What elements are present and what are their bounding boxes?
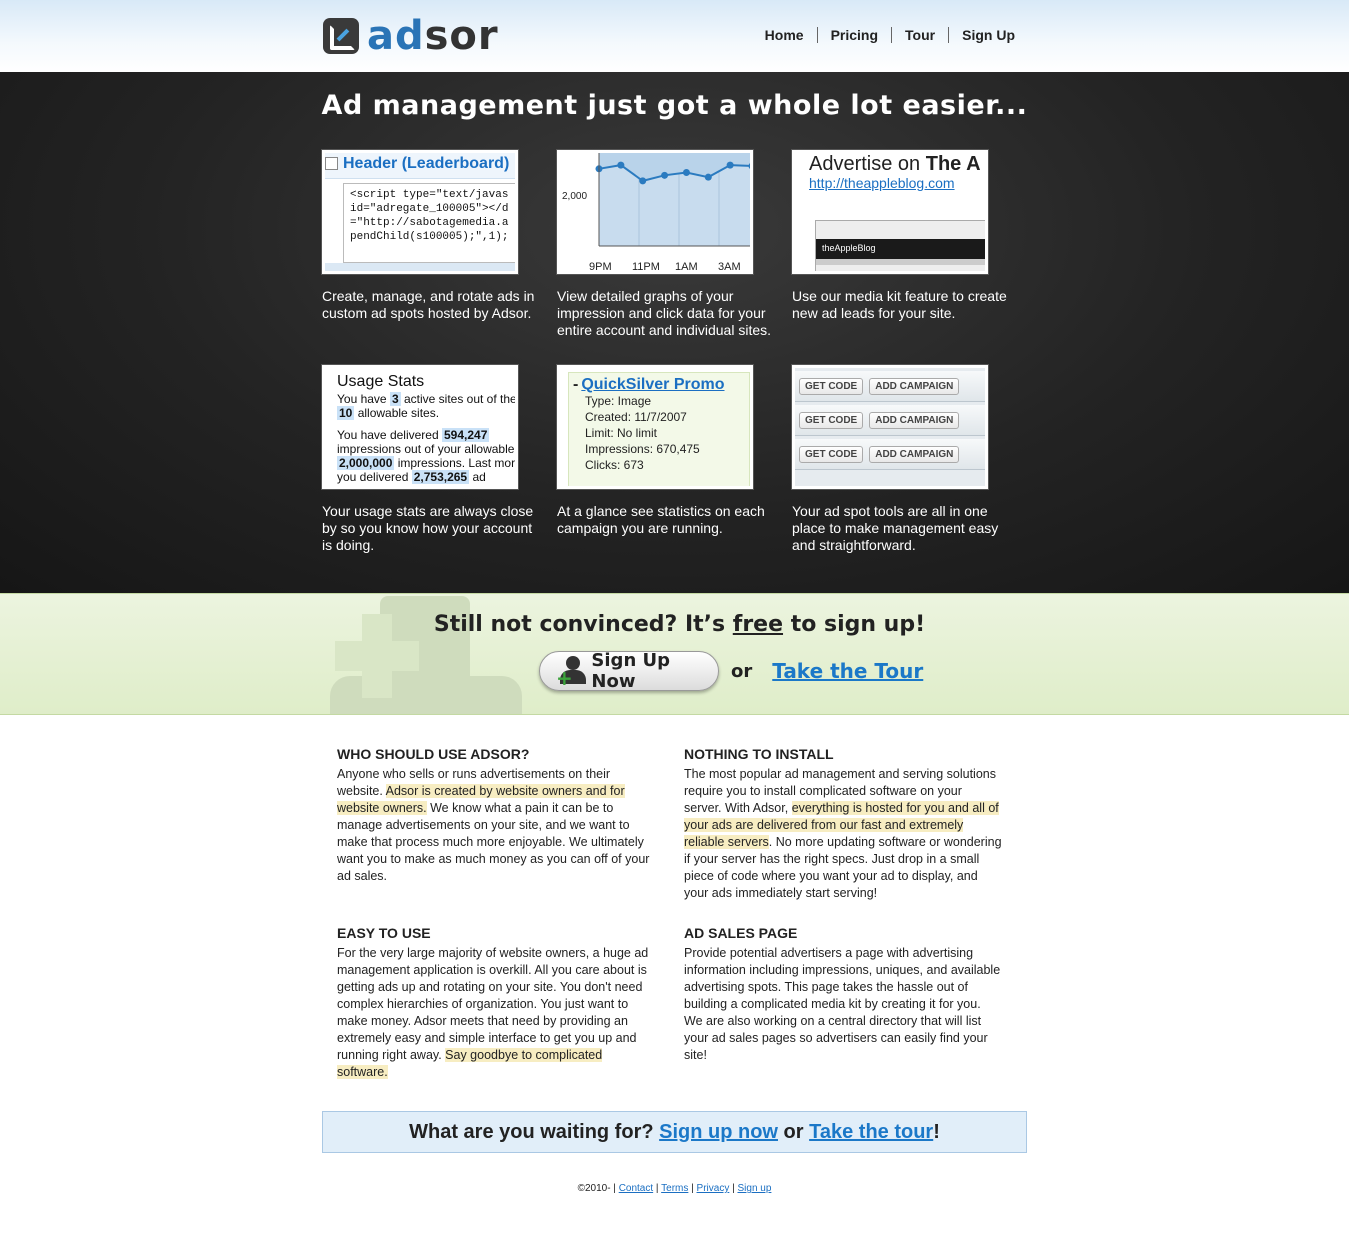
graph-screenshot: 2,000 9PM 11PM 1AM 3AM [557,150,753,274]
feature-usage-stats: Usage Stats You have 3 active sites out … [322,365,537,554]
graph-point [726,161,734,169]
impressions-graph: 2,000 9PM 11PM 1AM 3AM [560,153,750,273]
cta-heading: Still not convinced? It’s free to sign u… [433,612,926,637]
x-tick-label: 3AM [718,261,741,273]
ad-spot-title: Header (Leaderboard) [325,153,515,179]
add-campaign-button: ADD CAMPAIGN [869,377,960,395]
tools-row: GET CODE ADD CAMPAIGN [795,439,985,470]
graph-point [682,169,690,177]
footer-privacy-link[interactable]: Privacy [697,1183,730,1194]
block-heading: WHO SHOULD USE ADSOR? [337,746,530,762]
logo-mark-icon [323,18,359,54]
usage-stats-screenshot: Usage Stats You have 3 active sites out … [322,365,518,489]
nav-tour[interactable]: Tour [891,27,948,43]
graph-point [704,173,712,181]
nav-pricing[interactable]: Pricing [816,27,891,43]
footer-contact-link[interactable]: Contact [619,1183,653,1194]
feature-caption: At a glance see statistics on each campa… [557,503,765,536]
feature-caption: Your ad spot tools are all in one place … [792,503,999,553]
adsor-logo[interactable]: adsor [323,13,499,59]
x-tick-label: 11PM [632,261,660,273]
feature-ad-spots: Header (Leaderboard) <script type="text/… [322,150,537,322]
graph-point [617,161,625,169]
site-header: adsor Home Pricing Tour Sign Up [0,0,1349,72]
take-the-tour-link-bottom[interactable]: Take the tour [809,1121,933,1143]
footer-terms-link[interactable]: Terms [661,1183,688,1194]
block-text: Provide potential advertisers a page wit… [684,946,1001,1062]
feature-caption: Your usage stats are always close by so … [322,503,534,553]
nothing-to-install-block: NOTHING TO INSTALL The most popular ad m… [684,746,1002,902]
checkbox-icon [325,157,338,170]
logo-wordmark: adsor [367,13,499,59]
x-tick-label: 1AM [675,261,698,273]
block-heading: EASY TO USE [337,925,431,941]
site-preview-image: theAppleBlog [815,220,985,271]
nav-home[interactable]: Home [752,27,817,43]
sign-up-now-button[interactable]: + Sign Up Now [539,650,719,692]
campaign-card: QuickSilver Promo Type: Image Created: 1… [568,372,750,486]
campaign-screenshot: QuickSilver Promo Type: Image Created: 1… [557,365,753,489]
media-kit-heading: Advertise on The A [809,153,981,175]
take-the-tour-link[interactable]: Take the Tour [772,659,923,683]
block-text: For the very large majority of website o… [337,946,649,1079]
cta-actions: + Sign Up Now or Take the Tour [539,650,923,692]
site-preview-banner: theAppleBlog [816,239,985,259]
screenshot-footer [325,263,515,271]
ad-sales-page-block: AD SALES PAGE Provide potential advertis… [684,925,1002,1064]
easy-to-use-block: EASY TO USE For the very large majority … [337,925,655,1081]
cta-or-text: or [731,660,753,682]
feature-caption: View detailed graphs of your impression … [557,288,772,338]
get-code-button: GET CODE [799,411,864,429]
feature-caption: Use our media kit feature to create new … [792,288,1007,321]
site-preview-strip [816,259,985,265]
block-heading: NOTHING TO INSTALL [684,746,834,762]
tools-row: GET CODE ADD CAMPAIGN [795,405,985,436]
footer-signup-link[interactable]: Sign up [737,1183,771,1194]
get-code-button: GET CODE [799,445,864,463]
add-user-icon: + [556,656,587,688]
sign-up-now-label: Sign Up Now [591,650,671,692]
features-section: Ad management just got a whole lot easie… [0,72,1349,593]
top-navigation: Home Pricing Tour Sign Up [752,27,1015,43]
graph-point [639,177,647,185]
signup-cta-band: Still not convinced? It’s free to sign u… [0,593,1349,715]
usage-stats-panel: Usage Stats You have 3 active sites out … [337,373,517,484]
feature-media-kit: Advertise on The A http://theappleblog.c… [792,150,1007,322]
feature-caption: Create, manage, and rotate ads in custom… [322,288,535,321]
add-campaign-button: ADD CAMPAIGN [869,411,960,429]
hero-title: Ad management just got a whole lot easie… [321,90,1028,121]
feature-graphs: 2,000 9PM 11PM 1AM 3AM View detailed graphs… [557,150,772,339]
tools-screenshot: GET CODE ADD CAMPAIGN GET CODE ADD CAMPAIG… [792,365,988,489]
usage-stats-title: Usage Stats [337,373,425,390]
who-should-use-block: WHO SHOULD USE ADSOR? Anyone who sells o… [337,746,655,885]
bottom-cta-box: What are you waiting for? Sign up now or… [322,1111,1027,1153]
block-text: The most popular ad management and servi… [684,767,1002,900]
ad-code-snippet: <script type="text/javas id="adregate_10… [343,183,515,263]
block-heading: AD SALES PAGE [684,925,798,941]
y-tick-label: 2,000 [562,191,587,202]
sign-up-now-link[interactable]: Sign up now [659,1121,778,1143]
add-campaign-button: ADD CAMPAIGN [869,445,960,463]
ad-spot-screenshot: Header (Leaderboard) <script type="text/… [322,150,518,274]
nav-signup[interactable]: Sign Up [948,27,1015,43]
block-text: Anyone who sells or runs advertisements … [337,767,650,883]
feature-ad-spot-tools: GET CODE ADD CAMPAIGN GET CODE ADD CAMPAIG… [792,365,1007,554]
x-tick-label: 9PM [589,261,612,273]
get-code-button: GET CODE [799,377,864,395]
feature-campaign-stats: QuickSilver Promo Type: Image Created: 1… [557,365,772,537]
media-kit-screenshot: Advertise on The A http://theappleblog.c… [792,150,988,274]
graph-point [661,171,669,179]
tools-row: GET CODE ADD CAMPAIGN [795,371,985,402]
info-section: WHO SHOULD USE ADSOR? Anyone who sells o… [0,715,1349,1110]
campaign-title: QuickSilver Promo [573,377,749,393]
site-footer: ©2010- | Contact | Terms | Privacy | Sig… [577,1183,772,1194]
tools-panel: GET CODE ADD CAMPAIGN GET CODE ADD CAMPAIG… [795,368,985,486]
media-kit-link: http://theappleblog.com [809,175,955,191]
